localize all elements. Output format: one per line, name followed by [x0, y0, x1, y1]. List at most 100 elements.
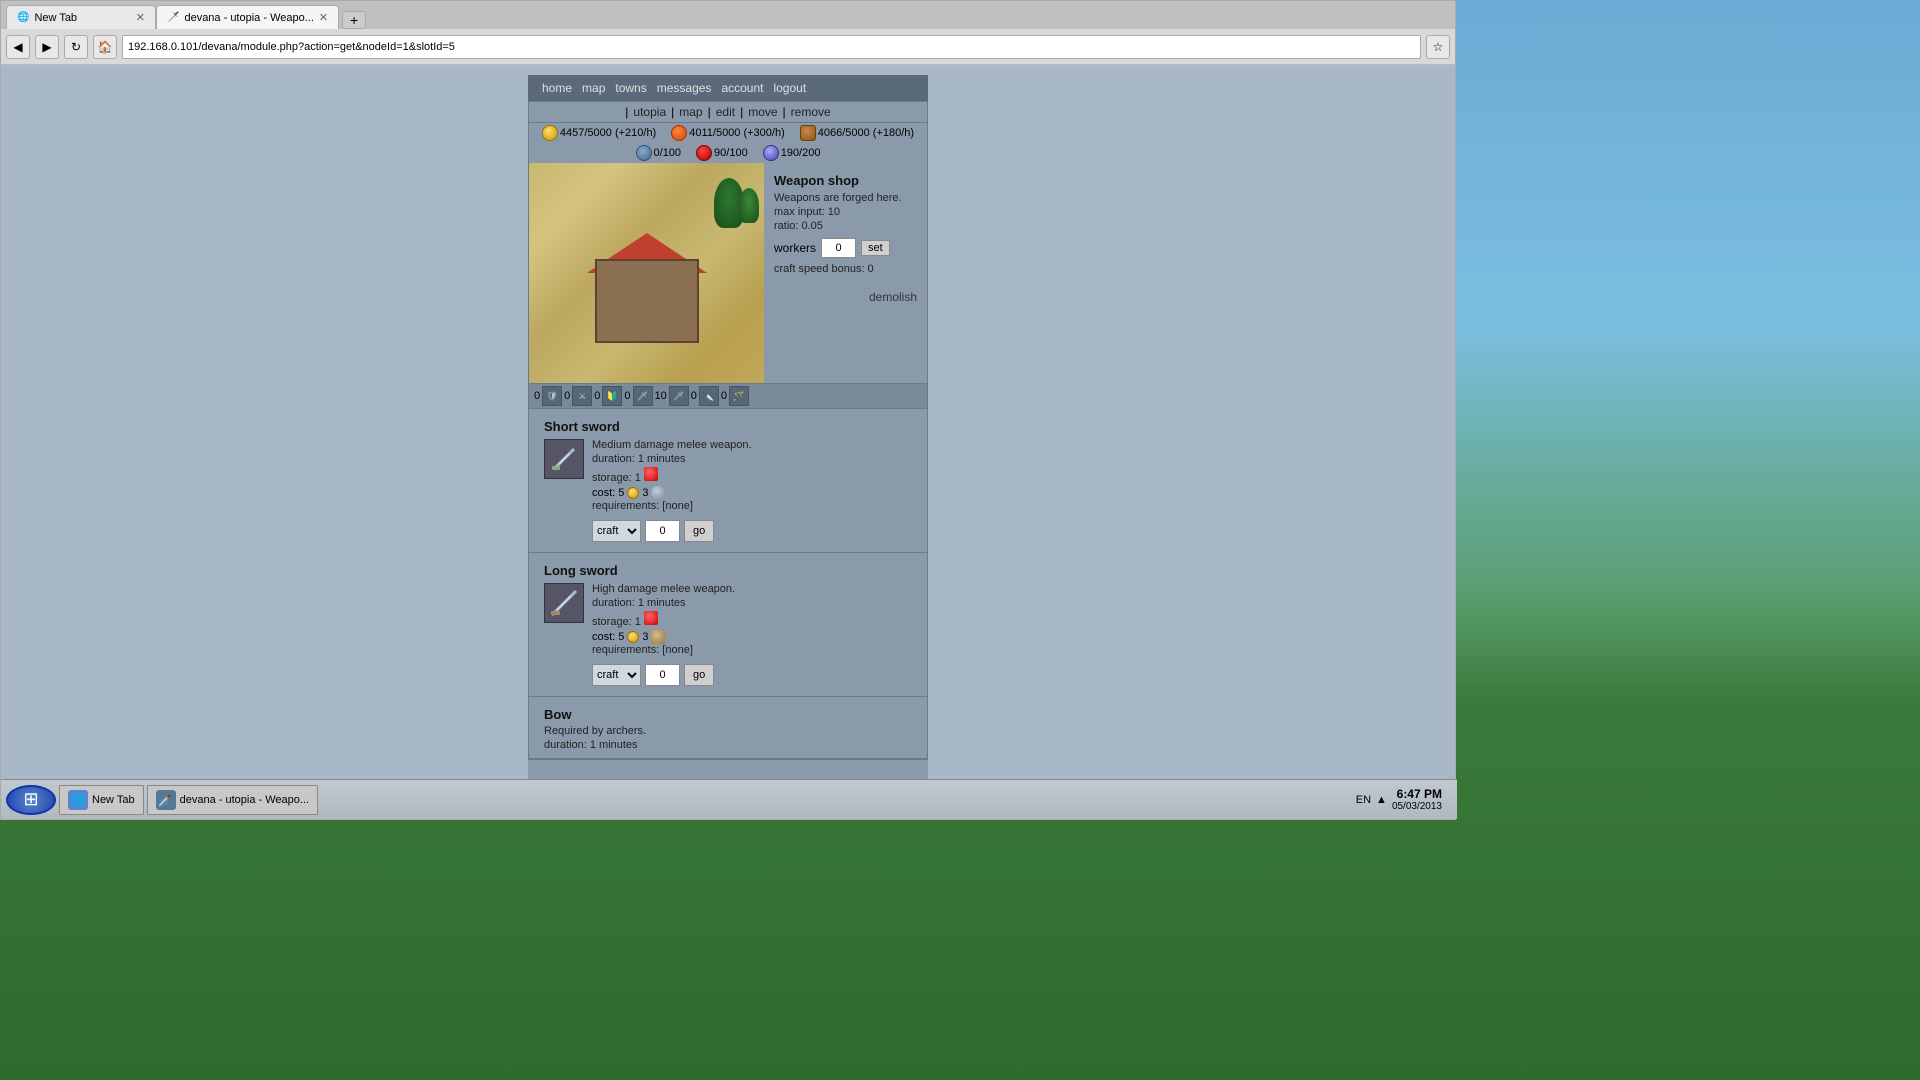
weapon-count-4: 10	[655, 390, 667, 402]
item-short-sword-go-button[interactable]: go	[684, 520, 714, 542]
tab-bar: 🌐 New Tab ✕ 🗡️ devana - utopia - Weapo..…	[1, 1, 1455, 29]
gold-value: 4457/5000 (+210/h)	[560, 127, 656, 139]
item-long-sword-go-button[interactable]: go	[684, 664, 714, 686]
weapon-count-3: 0	[624, 390, 630, 402]
building-area: Weapon shop Weapons are forged here. max…	[529, 163, 927, 383]
taskbar: ⊞ 🌐 New Tab 🗡️ devana - utopia - Weapo..…	[1, 779, 1457, 819]
separator: |	[783, 105, 786, 119]
refresh-button[interactable]: ↻	[64, 35, 88, 59]
game-container: home map towns messages account logout |…	[528, 75, 928, 789]
taskbar-game-label: devana - utopia - Weapo...	[180, 794, 309, 806]
top-navigation: home map towns messages account logout	[528, 75, 928, 101]
building-image	[529, 163, 764, 383]
tab-label: New Tab	[34, 12, 77, 24]
set-workers-button[interactable]: set	[861, 240, 890, 256]
cost-gold-icon	[627, 631, 639, 643]
link-utopia[interactable]: utopia	[633, 105, 666, 119]
link-edit[interactable]: edit	[716, 105, 735, 119]
item-long-sword-details: High damage melee weapon. duration: 1 mi…	[592, 583, 917, 686]
home-button[interactable]: 🏠	[93, 35, 117, 59]
link-map[interactable]: map	[679, 105, 702, 119]
item-long-sword-requirements: requirements: [none]	[592, 644, 917, 656]
item-long-sword-craft-select[interactable]: craft equip	[592, 664, 641, 686]
cost-ore-icon	[651, 486, 665, 500]
gold-icon	[542, 125, 558, 141]
tab-close-button[interactable]: ✕	[136, 11, 145, 24]
browser-content: home map towns messages account logout |…	[1, 65, 1455, 789]
resources-row-2: 0/100 90/100 190/200	[529, 143, 927, 163]
nav-home[interactable]: home	[538, 79, 576, 97]
cost-ore-amount: 3	[642, 487, 648, 499]
separator: |	[740, 105, 743, 119]
tray-arrow: ▲	[1376, 794, 1387, 806]
demolish-link[interactable]: demolish	[774, 290, 917, 304]
item-long-sword-body: High damage melee weapon. duration: 1 mi…	[544, 583, 917, 686]
pop-icon	[636, 145, 652, 161]
item-short-sword-duration: duration: 1 minutes	[592, 453, 917, 465]
language-indicator: EN	[1356, 794, 1371, 806]
cost-ingot-icon	[651, 630, 665, 644]
taskbar-item-browser[interactable]: 🌐 New Tab	[59, 785, 144, 815]
item-short-sword-cost: cost: 5 3	[592, 486, 917, 500]
weapon-icon-blade: 🔪	[699, 386, 719, 406]
forward-button[interactable]: ▶	[35, 35, 59, 59]
item-bow-description: Required by archers.	[544, 725, 917, 737]
workers-input[interactable]	[821, 238, 856, 258]
item-short-sword-description: Medium damage melee weapon.	[592, 439, 917, 451]
food-value: 4011/5000 (+300/h)	[689, 127, 785, 139]
storage-icon	[644, 467, 658, 481]
item-short-sword-name: Short sword	[544, 419, 917, 434]
separator: |	[708, 105, 711, 119]
building-ratio: ratio: 0.05	[774, 220, 917, 232]
back-button[interactable]: ◀	[6, 35, 30, 59]
nav-towns[interactable]: towns	[611, 79, 650, 97]
start-button[interactable]: ⊞	[6, 785, 56, 815]
new-tab-button[interactable]: +	[342, 11, 366, 29]
item-long-sword-cost: cost: 5 3	[592, 630, 917, 644]
address-bar[interactable]	[122, 35, 1421, 59]
clock-date: 05/03/2013	[1392, 801, 1442, 812]
nav-account[interactable]: account	[717, 79, 767, 97]
item-short-sword-qty-input[interactable]	[645, 520, 680, 542]
item-short-sword-requirements: requirements: [none]	[592, 500, 917, 512]
tab-active-label: devana - utopia - Weapo...	[184, 12, 313, 24]
wood-resource: 4066/5000 (+180/h)	[800, 125, 914, 141]
tab-active[interactable]: 🗡️ devana - utopia - Weapo... ✕	[156, 5, 339, 29]
start-icon: ⊞	[23, 789, 38, 810]
hp-icon	[696, 145, 712, 161]
weapon-icon-staff: 🪄	[729, 386, 749, 406]
weapon-icon-dagger: 🗡	[633, 386, 653, 406]
cost-gold-icon	[627, 487, 639, 499]
item-short-sword-craft-row: craft equip go	[592, 520, 917, 542]
cost-label: cost:	[592, 487, 615, 499]
nav-map[interactable]: map	[578, 79, 609, 97]
wood-icon	[800, 125, 816, 141]
link-remove[interactable]: remove	[791, 105, 831, 119]
resource-links: | utopia | map | edit | move | remove	[529, 102, 927, 123]
browser-icon-glyph: 🌐	[71, 793, 86, 807]
nav-logout[interactable]: logout	[769, 79, 810, 97]
pop-value: 0/100	[654, 147, 682, 159]
tab-new-tab[interactable]: 🌐 New Tab ✕	[6, 5, 156, 29]
star-button[interactable]: ☆	[1426, 35, 1450, 59]
weapon-count-1: 0	[564, 390, 570, 402]
craft-speed-bonus: craft speed bonus: 0	[774, 263, 917, 275]
long-sword-storage-icon	[644, 611, 658, 625]
building-name: Weapon shop	[774, 173, 917, 188]
tab-active-close-button[interactable]: ✕	[319, 11, 328, 24]
tree-decoration-2	[739, 188, 759, 223]
taskbar-item-game[interactable]: 🗡️ devana - utopia - Weapo...	[147, 785, 318, 815]
cost-ore-amount: 3	[642, 631, 648, 643]
browser-taskbar-icon: 🌐	[68, 790, 88, 810]
weapon-icon-shield: 🛡	[542, 386, 562, 406]
hp-resource: 90/100	[696, 145, 748, 161]
item-long-sword-qty-input[interactable]	[645, 664, 680, 686]
weapon-count-6: 0	[721, 390, 727, 402]
link-move[interactable]: move	[748, 105, 777, 119]
nav-messages[interactable]: messages	[653, 79, 716, 97]
item-short-sword-craft-select[interactable]: craft equip	[592, 520, 641, 542]
mana-resource: 190/200	[763, 145, 821, 161]
hp-value: 90/100	[714, 147, 748, 159]
item-long-sword-storage: storage: 1	[592, 611, 917, 628]
weapon-count-5: 0	[691, 390, 697, 402]
